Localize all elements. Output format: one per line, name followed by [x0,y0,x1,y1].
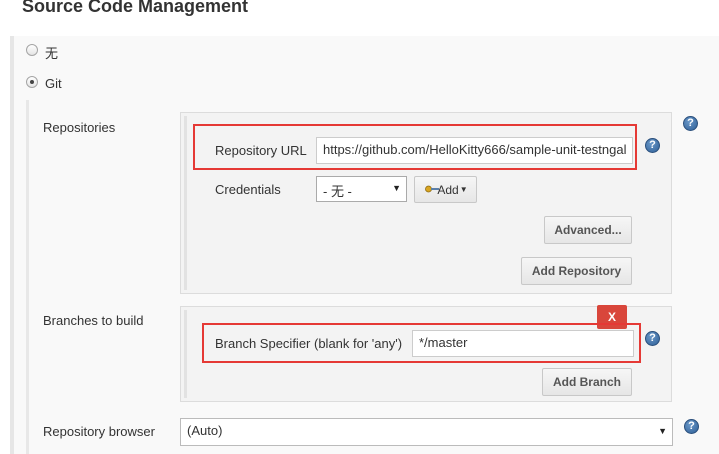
branches-label: Branches to build [43,313,144,328]
add-credentials-label: Add [437,182,459,197]
key-icon [425,185,439,193]
chevron-down-icon: ▼ [658,426,667,436]
credentials-label: Credentials [215,182,281,197]
branch-specifier-label: Branch Specifier (blank for 'any') [215,336,403,351]
scm-none-label: 无 [45,46,59,61]
branch-specifier-input[interactable]: */master [412,330,634,357]
git-indent-bar [26,100,29,454]
repository-browser-select[interactable]: (Auto) ▼ [180,418,673,446]
add-branch-button[interactable]: Add Branch [542,368,632,396]
repository-url-help-icon[interactable]: ? [645,138,660,153]
repositories-help-icon[interactable]: ? [683,116,698,131]
branch-specifier-help-icon[interactable]: ? [645,331,660,346]
add-credentials-button[interactable]: Add ▼ [414,176,477,203]
credentials-select[interactable]: - 无 - ▼ [316,176,407,202]
scm-git-radio[interactable] [26,76,38,88]
repositories-label: Repositories [43,120,116,135]
repository-browser-help-icon[interactable]: ? [684,419,699,434]
caret-down-icon: ▼ [459,185,468,194]
repository-url-label: Repository URL [215,143,307,158]
repository-url-input[interactable]: https://github.com/HelloKitty666/sample-… [316,137,633,164]
repository-browser-value: (Auto) [187,423,223,438]
repository-panel-bar [184,116,187,290]
scm-git-label: Git [45,76,62,91]
advanced-button[interactable]: Advanced... [544,216,632,244]
credentials-select-value: - 无 - [323,184,352,199]
scm-none-radio[interactable] [26,44,38,56]
chevron-down-icon: ▼ [392,183,401,193]
section-title: Source Code Management [22,0,249,16]
branch-panel-bar [184,310,187,398]
repository-browser-label: Repository browser [43,424,155,439]
add-repository-button[interactable]: Add Repository [521,257,632,285]
